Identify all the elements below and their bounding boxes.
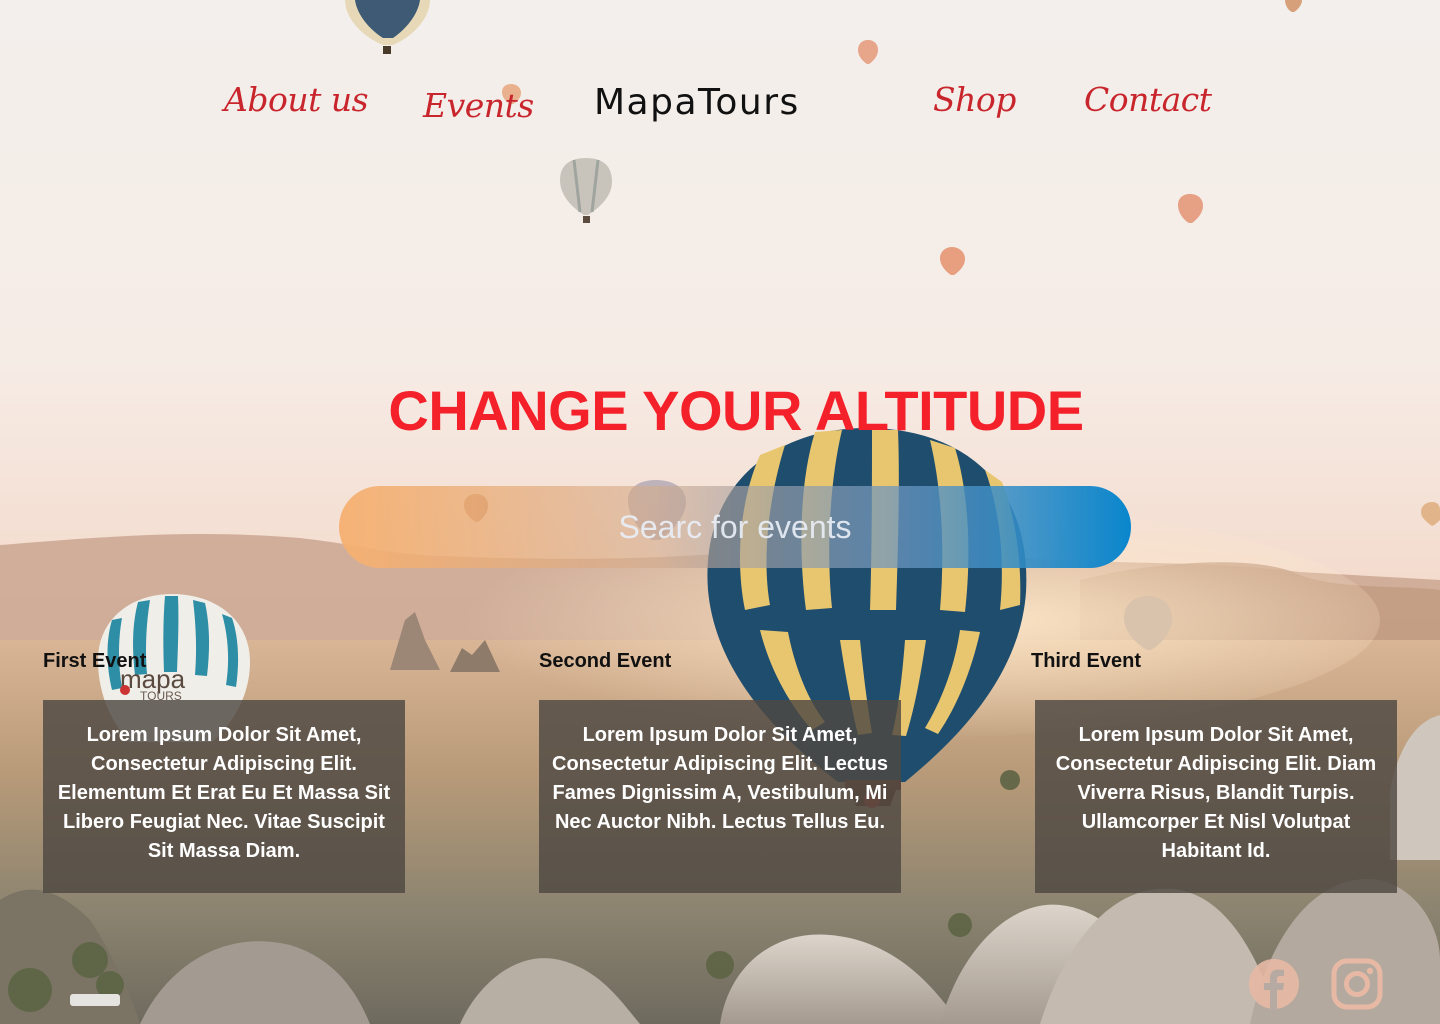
facebook-icon[interactable] <box>1248 958 1300 1010</box>
event-card-first[interactable]: Lorem Ipsum Dolor Sit Amet, Consectetur … <box>43 700 405 893</box>
event-label-second: Second Event <box>539 650 672 672</box>
hero-title: CHANGE YOUR ALTITUDE <box>388 379 1084 442</box>
nav-contact-link[interactable]: Contact <box>1084 80 1212 119</box>
event-card-third[interactable]: Lorem Ipsum Dolor Sit Amet, Consectetur … <box>1035 700 1397 893</box>
nav-events-link[interactable]: Events <box>423 86 534 125</box>
instagram-icon[interactable] <box>1331 958 1383 1010</box>
event-card-second[interactable]: Lorem Ipsum Dolor Sit Amet, Consectetur … <box>539 700 901 893</box>
search-input[interactable] <box>385 508 1085 546</box>
search-bar[interactable] <box>339 486 1131 568</box>
nav-about-link[interactable]: About us <box>224 80 369 119</box>
site-logo[interactable]: MapaTours <box>594 82 800 123</box>
nav-shop-link[interactable]: Shop <box>933 80 1016 119</box>
event-label-third: Third Event <box>1031 650 1142 672</box>
event-label-first: First Event <box>43 650 147 672</box>
